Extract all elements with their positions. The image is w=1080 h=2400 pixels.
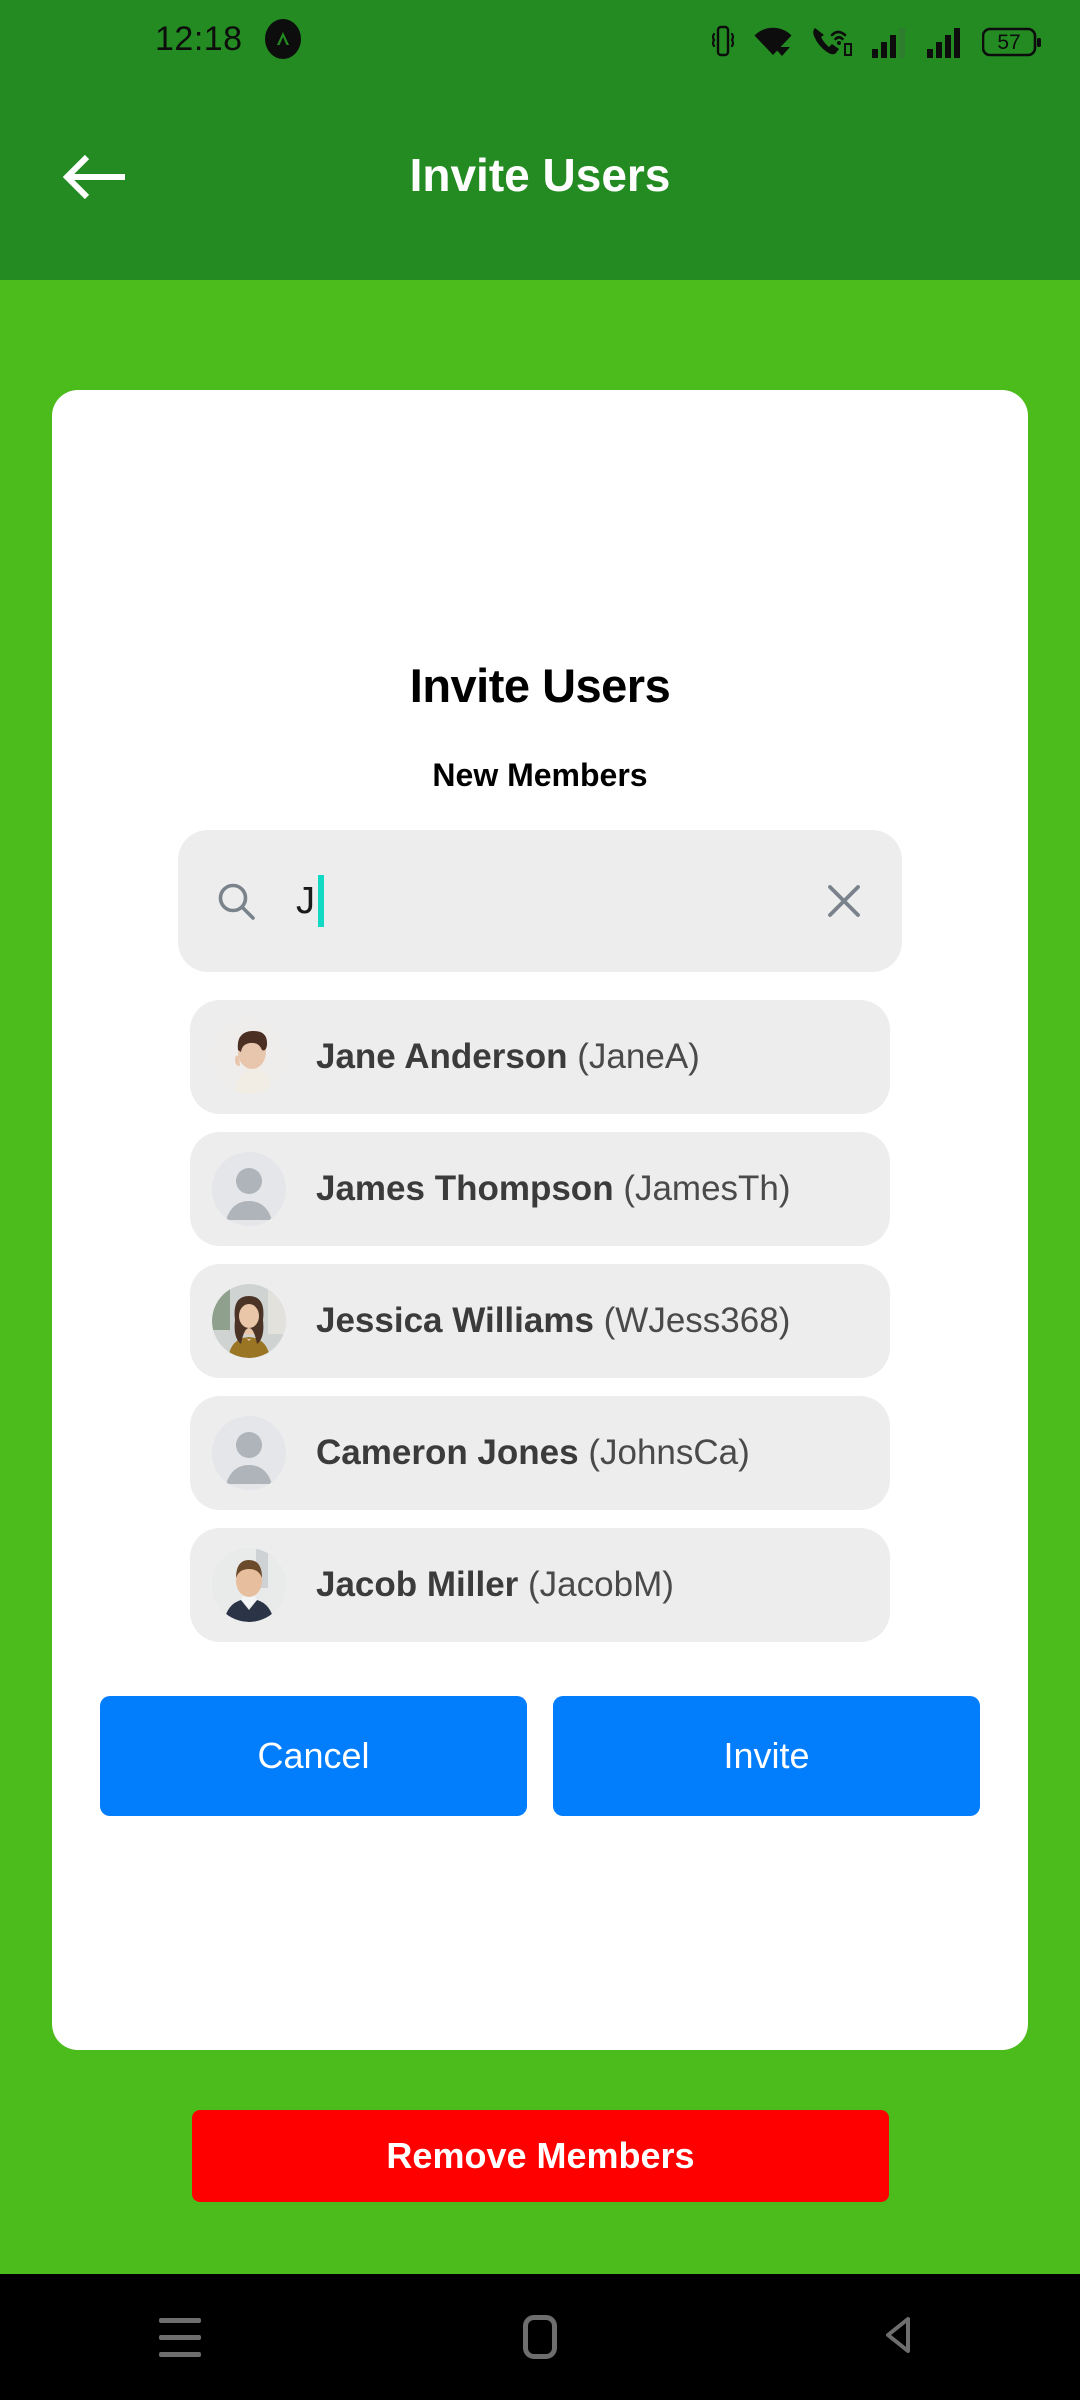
status-bar-right: 57	[711, 0, 1042, 78]
dialog-title: Invite Users	[409, 659, 671, 712]
invite-users-dialog: Invite Users New Members J Jane Anderson…	[52, 390, 1028, 2050]
user-handle: (WJess368)	[603, 1301, 791, 1340]
user-name: Jessica Williams	[316, 1301, 594, 1340]
list-item[interactable]: James Thompson (JamesTh)	[190, 1132, 890, 1246]
user-handle: (JamesTh)	[623, 1169, 791, 1208]
search-results-list: Jane Anderson (JaneA) James Thompson (Ja…	[190, 1000, 890, 1642]
avatar	[212, 1416, 286, 1490]
recents-button[interactable]	[0, 2274, 360, 2400]
battery-icon: 57	[982, 26, 1042, 58]
wifi-calling-icon	[811, 24, 855, 58]
nav-back-button[interactable]	[720, 2274, 1080, 2400]
user-name: Jacob Miller	[316, 1565, 519, 1604]
search-input[interactable]: J	[296, 871, 822, 931]
list-item[interactable]: Cameron Jones (JohnsCa)	[190, 1396, 890, 1510]
list-item-label: Jacob Miller (JacobM)	[316, 1565, 674, 1605]
list-item[interactable]: Jane Anderson (JaneA)	[190, 1000, 890, 1114]
signal-bars-icon	[927, 26, 965, 58]
list-item[interactable]: Jacob Miller (JacobM)	[190, 1528, 890, 1642]
app-bar: Invite Users	[0, 78, 1080, 280]
user-name: James Thompson	[316, 1169, 614, 1208]
home-square-icon	[523, 2315, 557, 2359]
list-item[interactable]: Jessica Williams (WJess368)	[190, 1264, 890, 1378]
dialog-subtitle: New Members	[432, 757, 648, 793]
list-item-label: Jane Anderson (JaneA)	[316, 1037, 700, 1077]
avatar	[212, 1284, 286, 1358]
search-field[interactable]: J	[178, 830, 902, 972]
vibrate-icon	[711, 24, 735, 58]
invite-button[interactable]: Invite	[553, 1696, 980, 1816]
list-item-label: James Thompson (JamesTh)	[316, 1169, 791, 1209]
menu-icon	[159, 2317, 201, 2357]
search-input-value: J	[296, 880, 315, 922]
avatar	[212, 1548, 286, 1622]
dialog-action-row: Cancel Invite	[100, 1696, 980, 1816]
wifi-icon	[752, 26, 794, 58]
text-caret	[318, 875, 324, 927]
clear-search-button[interactable]	[822, 879, 866, 923]
remove-members-button[interactable]: Remove Members	[192, 2110, 889, 2202]
avatar	[212, 1020, 286, 1094]
list-item-label: Jessica Williams (WJess368)	[316, 1301, 790, 1341]
list-item-label: Cameron Jones (JohnsCa)	[316, 1433, 750, 1473]
avatar	[212, 1152, 286, 1226]
signal-bars-icon	[872, 26, 910, 58]
home-button[interactable]	[360, 2274, 720, 2400]
caret-badge-icon	[264, 19, 301, 59]
page-title: Invite Users	[409, 149, 671, 201]
user-name: Cameron Jones	[316, 1433, 579, 1472]
android-nav-bar	[0, 2274, 1080, 2400]
status-bar: 12:18 57	[0, 0, 1080, 78]
status-clock: 12:18	[155, 19, 243, 58]
cancel-button[interactable]: Cancel	[100, 1696, 527, 1816]
search-icon	[214, 879, 258, 923]
status-bar-left: 12:18	[155, 19, 301, 59]
back-triangle-icon	[880, 2313, 920, 2362]
user-handle: (JaneA)	[577, 1037, 700, 1076]
user-handle: (JacobM)	[528, 1565, 674, 1604]
battery-level-label: 57	[997, 30, 1021, 54]
user-handle: (JohnsCa)	[588, 1433, 750, 1472]
user-name: Jane Anderson	[316, 1037, 568, 1076]
